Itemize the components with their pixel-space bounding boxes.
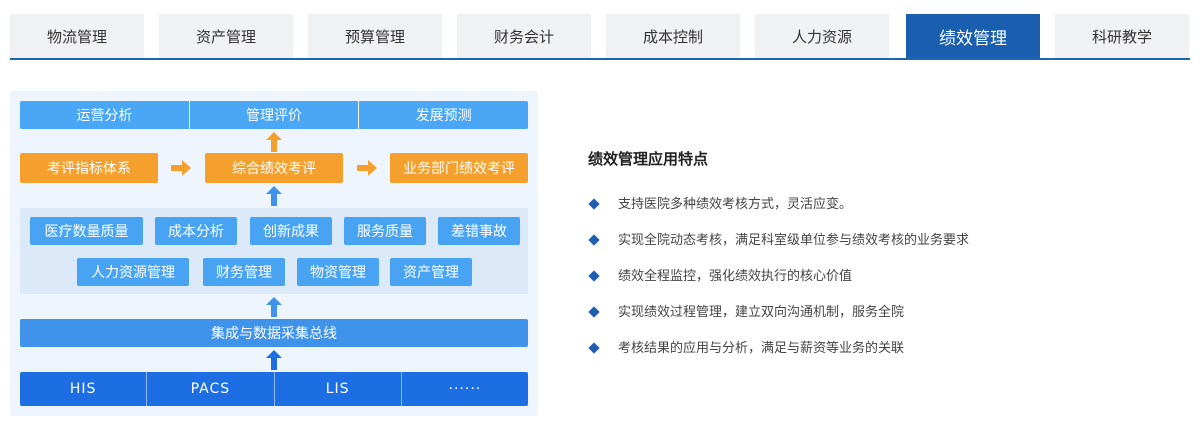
features-title: 绩效管理应用特点 [588,150,709,168]
module-tabs: 物流管理 资产管理 预算管理 财务会计 成本控制 人力资源 绩效管理 科研教学 [10,14,1190,60]
arrow-right-icon [357,160,377,176]
feature-text: 绩效全程监控，强化绩效执行的核心价值 [618,269,853,284]
feature-item: 实现全院动态考核，满足科室级单位参与绩效考核的业务要求 [588,233,1148,269]
module-finance-management: 财务管理 [203,258,285,286]
features-list: 支持医院多种绩效考核方式，灵活应变。 实现全院动态考核，满足科室级单位参与绩效考… [588,197,1148,377]
arrow-up-icon [266,132,282,152]
feature-item: 考核结果的应用与分析，满足与薪资等业务的关联 [588,341,1148,377]
tab-budget[interactable]: 预算管理 [308,14,442,58]
system-more: ······ [400,372,528,406]
diamond-bullet-icon [588,306,600,318]
feature-text: 实现全院动态考核，满足科室级单位参与绩效考核的业务要求 [618,233,970,248]
module-asset-management: 资产管理 [390,258,472,286]
module-innovation-results: 创新成果 [250,217,332,245]
feature-item: 支持医院多种绩效考核方式，灵活应变。 [588,197,1148,233]
feature-text: 支持医院多种绩效考核方式，灵活应变。 [618,197,853,212]
features-section: 绩效管理应用特点 支持医院多种绩效考核方式，灵活应变。 实现全院动态考核，满足科… [588,148,1148,377]
module-materials-management: 物资管理 [297,258,379,286]
source-systems: HIS PACS LIS ······ [20,372,528,406]
module-hr-management: 人力资源管理 [77,258,189,286]
tab-human-resources[interactable]: 人力资源 [755,14,889,58]
arrow-up-icon [266,350,282,370]
feature-item: 实现绩效过程管理，建立双向沟通机制，服务全院 [588,305,1148,341]
diamond-bullet-icon [588,234,600,246]
module-cost-analysis: 成本分析 [155,217,237,245]
module-errors-accidents: 差错事故 [438,217,520,245]
evaluation-modules: 医疗数量质量 成本分析 创新成果 服务质量 差错事故 人力资源管理 财务管理 物… [20,208,528,294]
diamond-bullet-icon [588,198,600,210]
feature-text: 考核结果的应用与分析，满足与薪资等业务的关联 [618,341,905,356]
indicator-system-box: 考评指标体系 [20,153,158,183]
integration-bus: 集成与数据采集总线 [20,319,528,347]
tab-performance[interactable]: 绩效管理 [906,14,1040,58]
comprehensive-evaluation-box: 综合绩效考评 [205,153,343,183]
system-lis: LIS [273,372,401,406]
arrow-up-icon [266,297,282,317]
system-pacs: PACS [146,372,273,406]
module-medical-quantity-quality: 医疗数量质量 [30,217,143,245]
architecture-diagram: 运营分析 管理评价 发展预测 考评指标体系 综合绩效考评 业务部门绩效考评 医疗… [10,91,538,416]
tab-assets[interactable]: 资产管理 [159,14,293,58]
diamond-bullet-icon [588,342,600,354]
layer-item-management-evaluation: 管理评价 [188,101,359,129]
tab-logistics[interactable]: 物流管理 [10,14,144,58]
arrow-up-icon [266,186,282,206]
layer-item-development-forecast: 发展预测 [358,101,528,129]
tab-accounting[interactable]: 财务会计 [457,14,591,58]
tab-research-teaching[interactable]: 科研教学 [1055,14,1189,58]
feature-item: 绩效全程监控，强化绩效执行的核心价值 [588,269,1148,305]
tab-cost-control[interactable]: 成本控制 [606,14,740,58]
analysis-layer: 运营分析 管理评价 发展预测 [20,101,528,129]
arrow-right-icon [171,160,191,176]
feature-text: 实现绩效过程管理，建立双向沟通机制，服务全院 [618,305,905,320]
module-service-quality: 服务质量 [344,217,426,245]
diamond-bullet-icon [588,270,600,282]
department-evaluation-box: 业务部门绩效考评 [390,153,528,183]
layer-item-operation-analysis: 运营分析 [76,108,133,124]
system-his: HIS [69,381,97,397]
